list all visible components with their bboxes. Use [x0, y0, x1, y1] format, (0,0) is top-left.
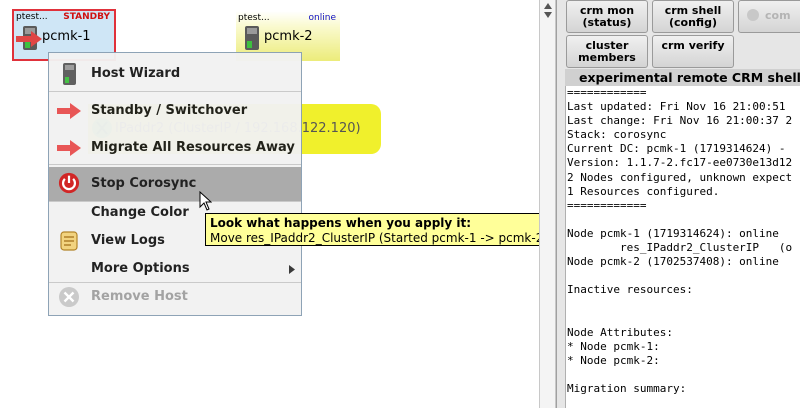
menu-item-standby-switchover[interactable]: Standby / Switchover: [49, 97, 301, 125]
menu-item-remove-host[interactable]: Remove Host: [49, 283, 301, 311]
host-label: pcmk-2: [264, 29, 313, 44]
host-status-badge: online: [308, 13, 336, 23]
red-arrow-icon: [57, 103, 81, 119]
server-icon: [63, 63, 76, 85]
log-line: Version: 1.1.7-2.fc17-ee0730e13d12: [567, 156, 793, 170]
log-line: Current DC: pcmk-1 (1719314624) -: [567, 142, 786, 156]
apply-preview-tooltip: Look what happens when you apply it: Mov…: [205, 213, 559, 246]
host-hostname: ptest...: [16, 12, 48, 22]
canvas-scrollbar[interactable]: [539, 0, 556, 408]
menu-item-host-wizard[interactable]: Host Wizard: [49, 60, 301, 88]
log-text: ============ Last updated: Fri Nov 16 21…: [566, 86, 800, 396]
remove-icon: [59, 287, 79, 307]
log-line: ============: [567, 198, 647, 212]
cluster-members-button[interactable]: cluster members: [566, 35, 648, 68]
commit-label: com: [765, 9, 791, 22]
tooltip-body: Move res_IPaddr2_ClusterIP (Started pcmk…: [210, 231, 549, 245]
crm-verify-button[interactable]: crm verify: [652, 35, 734, 68]
log-line: 1 Resources configured.: [567, 184, 720, 198]
mouse-cursor-icon: [199, 191, 212, 211]
menu-item-label: Change Color: [91, 205, 189, 220]
log-line: Last change: Fri Nov 16 21:00:37 2: [567, 114, 793, 128]
crm-shell-panel: crm mon (status) crm shell (config) com …: [556, 0, 800, 408]
log-line: * Node pcmk-1:: [567, 339, 660, 353]
log-line: Inactive resources:: [567, 283, 693, 297]
panel-title: experimental remote CRM shell: [565, 69, 800, 86]
host-hostname: ptest...: [238, 13, 270, 23]
submenu-arrow-icon: [289, 265, 295, 274]
power-icon: [58, 172, 80, 194]
commit-icon: [747, 9, 759, 21]
log-line: Migration summary:: [567, 381, 687, 395]
menu-separator: [49, 91, 301, 92]
red-arrow-icon: [57, 140, 81, 156]
menu-item-label: View Logs: [91, 233, 165, 248]
scroll-down-icon[interactable]: [543, 11, 553, 19]
log-line: Stack: corosync: [567, 128, 667, 142]
host-status-badge: STANDBY: [63, 12, 110, 22]
menu-item-label: More Options: [91, 261, 190, 276]
scroll-icon: [60, 231, 78, 251]
standby-arrow-icon: [16, 31, 42, 47]
log-line: Node pcmk-2 (1702537408): online: [567, 255, 779, 269]
log-line: ============: [567, 86, 647, 99]
log-line: * Node pcmk-2:: [567, 353, 660, 367]
server-icon: [245, 26, 259, 50]
log-line: 2 Nodes configured, unknown expect: [567, 170, 793, 184]
menu-item-label: Migrate All Resources Away: [91, 140, 295, 155]
log-line: Last updated: Fri Nov 16 21:00:51: [567, 100, 786, 114]
menu-item-label: Remove Host: [91, 289, 188, 304]
host-label: pcmk-1: [42, 29, 91, 44]
menu-separator: [49, 164, 301, 165]
menu-item-more-options[interactable]: More Options: [49, 255, 301, 283]
menu-item-migrate-all[interactable]: Migrate All Resources Away: [49, 134, 301, 162]
host-context-menu: Host Wizard Standby / Switchover Migrate…: [48, 52, 302, 316]
menu-item-stop-corosync[interactable]: Stop Corosync: [49, 167, 301, 201]
tooltip-title: Look what happens when you apply it:: [210, 216, 472, 230]
commit-button[interactable]: com: [738, 0, 800, 33]
cluster-graph-canvas[interactable]: ptest... STANDBY pcmk-1 ptest... online …: [0, 0, 559, 408]
crm-mon-button[interactable]: crm mon (status): [566, 0, 648, 33]
menu-item-label: Standby / Switchover: [91, 103, 248, 118]
log-line: Node Attributes:: [567, 325, 673, 339]
crm-output-log[interactable]: ============ Last updated: Fri Nov 16 21…: [565, 86, 800, 408]
menu-item-label: Host Wizard: [91, 66, 181, 81]
log-line: res_IPaddr2_ClusterIP (o: [619, 241, 793, 255]
crm-shell-button[interactable]: crm shell (config): [652, 0, 734, 33]
scroll-up-icon[interactable]: [543, 2, 553, 10]
menu-item-label: Stop Corosync: [91, 176, 197, 191]
log-line: Node pcmk-1 (1719314624): online: [567, 226, 779, 240]
